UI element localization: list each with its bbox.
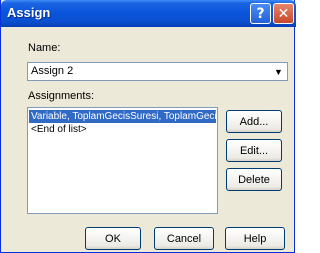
name-combobox[interactable]: Assign 2 ▼ xyxy=(27,62,288,81)
add-button[interactable]: Add... xyxy=(226,110,282,133)
assignments-listbox[interactable]: Variable, ToplamGecisSuresi, ToplamGecis… xyxy=(27,107,218,214)
name-label: Name: xyxy=(28,42,61,54)
help-icon[interactable]: ? xyxy=(250,3,271,24)
name-value[interactable]: Assign 2 xyxy=(31,65,73,77)
assign-dialog: Assign ? ✕ Name: Assign 2 ▼ Assignments:… xyxy=(0,0,296,253)
list-item-selected[interactable]: Variable, ToplamGecisSuresi, ToplamGecis xyxy=(29,110,217,123)
chevron-down-icon[interactable]: ▼ xyxy=(271,64,286,79)
list-item-end-of-list[interactable]: <End of list> xyxy=(29,123,87,136)
title-bar[interactable]: Assign ? ✕ xyxy=(1,0,296,27)
help-button[interactable]: Help xyxy=(225,227,285,250)
delete-button[interactable]: Delete xyxy=(226,168,282,191)
assignments-label: Assignments: xyxy=(28,90,95,102)
close-icon[interactable]: ✕ xyxy=(273,3,294,24)
window-title: Assign xyxy=(7,5,51,20)
edit-button[interactable]: Edit... xyxy=(226,139,282,162)
ok-button[interactable]: OK xyxy=(85,227,141,250)
cancel-button[interactable]: Cancel xyxy=(154,227,214,250)
